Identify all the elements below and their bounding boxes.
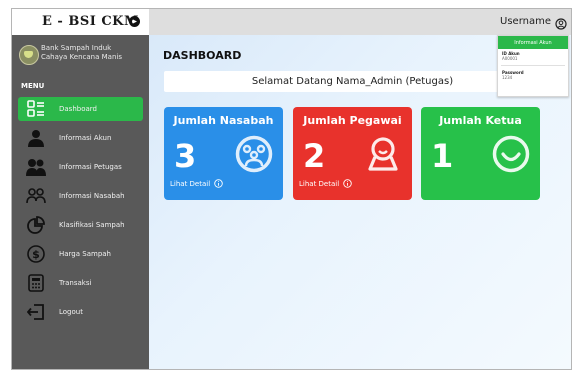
popup-password-value: 1234 bbox=[502, 75, 513, 80]
user-icon bbox=[26, 128, 46, 148]
org-name-line2: Cahaya Kencana Manis bbox=[41, 53, 122, 61]
card-detail-label: Lihat Detail bbox=[170, 179, 211, 188]
card-title: Jumlah Ketua bbox=[439, 114, 522, 127]
sidebar-item-label: Informasi Nasabah bbox=[59, 192, 125, 200]
popup-password-row: Password 1234 bbox=[498, 68, 568, 82]
org-name: Bank Sampah Induk Cahaya Kencana Manis bbox=[41, 44, 122, 62]
card-detail-link[interactable]: Lihat Detail bbox=[170, 179, 223, 188]
app-window: E - BSI CKM Bank Sampah Induk Cahaya Ken… bbox=[11, 8, 572, 370]
sidebar-nav: Dashboard Informasi Akun Informasi Petug… bbox=[12, 97, 149, 329]
users-icon bbox=[26, 157, 46, 177]
org-name-line1: Bank Sampah Induk bbox=[41, 44, 112, 52]
page-title: DASHBOARD bbox=[163, 49, 242, 62]
sidebar-item-informasi-akun[interactable]: Informasi Akun bbox=[12, 126, 149, 150]
org-logo bbox=[19, 45, 39, 65]
sidebar-item-label: Logout bbox=[59, 308, 83, 316]
worker-icon bbox=[364, 135, 402, 173]
sidebar-item-informasi-nasabah[interactable]: Informasi Nasabah bbox=[12, 184, 149, 208]
account-info-popup: Informasi Akun ID Akun A00001 Password 1… bbox=[497, 35, 569, 97]
card-jumlah-nasabah: Jumlah Nasabah 3 Lihat Detail bbox=[164, 107, 283, 200]
card-value: 1 bbox=[431, 137, 454, 175]
card-jumlah-ketua: Jumlah Ketua 1 bbox=[421, 107, 540, 200]
sidebar-toggle-icon[interactable] bbox=[129, 16, 140, 27]
sidebar-item-label: Informasi Petugas bbox=[59, 163, 122, 171]
brand-bar: E - BSI CKM bbox=[12, 9, 149, 36]
sidebar-item-informasi-petugas[interactable]: Informasi Petugas bbox=[12, 155, 149, 179]
card-value: 3 bbox=[174, 137, 197, 175]
popup-divider bbox=[501, 65, 565, 66]
menu-title: MENU bbox=[21, 82, 45, 90]
welcome-banner: Selamat Datang Nama_Admin (Petugas) bbox=[164, 71, 541, 92]
sidebar-item-harga-sampah[interactable]: $ Harga Sampah bbox=[12, 242, 149, 266]
card-jumlah-pegawai: Jumlah Pegawai 2 Lihat Detail bbox=[293, 107, 412, 200]
sidebar-item-label: Harga Sampah bbox=[59, 250, 111, 258]
top-bar: Username bbox=[149, 9, 571, 36]
sidebar-item-logout[interactable]: Logout bbox=[12, 300, 149, 324]
sidebar-item-label: Informasi Akun bbox=[59, 134, 112, 142]
sidebar-item-label: Transaksi bbox=[59, 279, 92, 287]
group-icon bbox=[235, 135, 273, 173]
smile-icon bbox=[492, 135, 530, 173]
sidebar-item-label: Klasifikasi Sampah bbox=[59, 221, 125, 229]
pie-chart-icon bbox=[26, 215, 46, 235]
sidebar-item-transaksi[interactable]: Transaksi bbox=[12, 271, 149, 295]
card-detail-link[interactable]: Lihat Detail bbox=[299, 179, 352, 188]
org-block: Bank Sampah Induk Cahaya Kencana Manis bbox=[18, 43, 146, 73]
logout-icon bbox=[26, 302, 46, 322]
info-icon bbox=[343, 179, 352, 188]
popup-title: Informasi Akun bbox=[498, 36, 568, 49]
user-menu-icon[interactable] bbox=[555, 15, 567, 30]
calculator-icon bbox=[26, 273, 46, 293]
card-value: 2 bbox=[303, 137, 326, 175]
people-outline-icon bbox=[26, 186, 46, 206]
svg-text:$: $ bbox=[32, 248, 40, 261]
popup-id-row: ID Akun A00001 bbox=[498, 49, 568, 63]
dollar-icon: $ bbox=[26, 244, 46, 264]
app-brand: E - BSI CKM bbox=[42, 14, 139, 29]
card-title: Jumlah Pegawai bbox=[303, 114, 402, 127]
sidebar-item-klasifikasi-sampah[interactable]: Klasifikasi Sampah bbox=[12, 213, 149, 237]
card-title: Jumlah Nasabah bbox=[173, 114, 274, 127]
sidebar-item-label: Dashboard bbox=[59, 105, 97, 113]
info-icon bbox=[214, 179, 223, 188]
username-label[interactable]: Username bbox=[500, 16, 551, 27]
dashboard-icon bbox=[26, 99, 46, 119]
sidebar-item-dashboard[interactable]: Dashboard bbox=[18, 97, 143, 121]
popup-id-value: A00001 bbox=[502, 56, 518, 61]
card-detail-label: Lihat Detail bbox=[299, 179, 340, 188]
sidebar: Bank Sampah Induk Cahaya Kencana Manis M… bbox=[12, 35, 149, 369]
